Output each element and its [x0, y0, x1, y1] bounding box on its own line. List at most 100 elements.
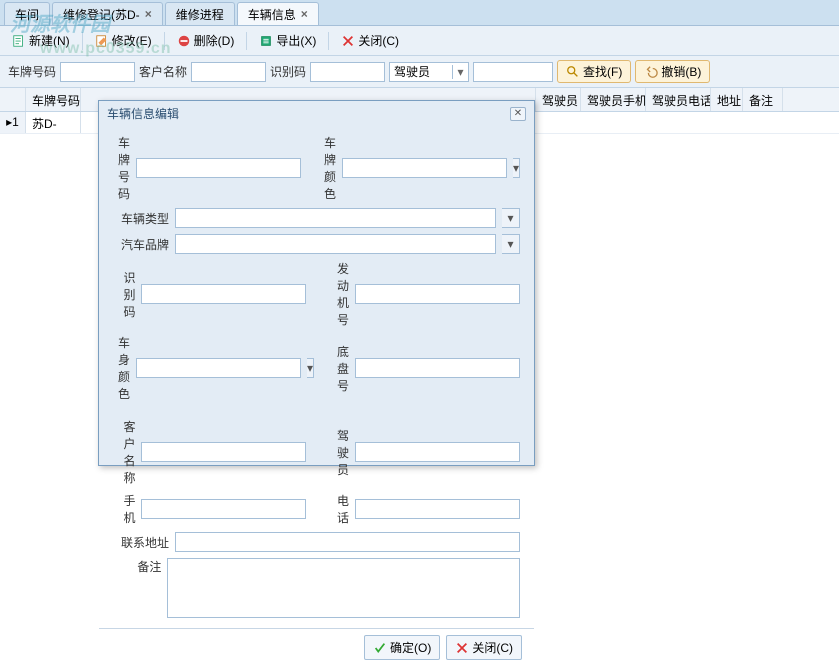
brand-input[interactable]: [175, 234, 496, 254]
col-header[interactable]: 备注: [743, 88, 783, 111]
body-color-label: 车身颜色: [113, 334, 130, 402]
vtype-label: 车辆类型: [113, 210, 169, 227]
tab-label: 维修进程: [176, 6, 224, 23]
edit-button[interactable]: 修改(E): [89, 30, 158, 51]
vin-input[interactable]: [141, 284, 306, 304]
extra-input[interactable]: [473, 62, 553, 82]
delete-button[interactable]: 删除(D): [171, 30, 241, 51]
btn-label: 导出(X): [276, 32, 316, 49]
driver-select[interactable]: 驾驶员▾: [389, 62, 469, 82]
export-button[interactable]: 导出(X): [253, 30, 322, 51]
close-icon[interactable]: ×: [301, 7, 308, 21]
plate-color-label: 车牌颜色: [319, 134, 336, 202]
body-color-input[interactable]: [136, 358, 301, 378]
search-bar: 车牌号码 客户名称 识别码 驾驶员▾ 查找(F) 撤销(B): [0, 56, 839, 88]
chevron-down-icon[interactable]: ▾: [513, 158, 520, 178]
col-header[interactable]: 地址: [711, 88, 743, 111]
ok-button[interactable]: 确定(O): [364, 635, 440, 660]
close-icon[interactable]: ×: [145, 7, 152, 21]
separator: [164, 32, 165, 50]
tab-repair-progress[interactable]: 维修进程: [165, 2, 235, 25]
addr-input[interactable]: [175, 532, 520, 552]
separator: [82, 32, 83, 50]
mobile-input[interactable]: [141, 499, 306, 519]
dialog-footer: 确定(O) 关闭(C): [99, 628, 534, 666]
engine-input[interactable]: [355, 284, 520, 304]
close-button[interactable]: 关闭(C): [335, 30, 405, 51]
remark-textarea[interactable]: [167, 558, 520, 618]
tab-label: 车间: [15, 6, 39, 23]
driver-label: 驾驶员: [327, 427, 349, 478]
chevron-down-icon[interactable]: ▾: [307, 358, 314, 378]
btn-label: 修改(E): [112, 32, 152, 49]
btn-label: 关闭(C): [472, 639, 513, 656]
cust-input[interactable]: [141, 442, 306, 462]
new-icon: [12, 34, 26, 48]
separator: [246, 32, 247, 50]
close-icon: [341, 34, 355, 48]
btn-label: 关闭(C): [358, 32, 399, 49]
plate-label: 车牌号码: [8, 63, 56, 80]
mobile-label: 手机: [113, 492, 135, 526]
driver-input[interactable]: [355, 442, 520, 462]
tab-bar: 车间 维修登记(苏D- × 维修进程 车辆信息 ×: [0, 0, 839, 26]
btn-label: 撤销(B): [661, 63, 701, 80]
select-value: 驾驶员: [390, 63, 452, 80]
plate-input[interactable]: [136, 158, 301, 178]
cust-label: 客户名称: [113, 418, 135, 486]
chassis-label: 底盘号: [332, 343, 349, 394]
col-header[interactable]: 驾驶员: [536, 88, 581, 111]
delete-icon: [177, 34, 191, 48]
dialog-title-bar[interactable]: 车辆信息编辑 ✕: [99, 101, 534, 126]
check-icon: [373, 641, 387, 655]
tab-label: 维修登记(苏D-: [63, 6, 140, 23]
tab-repair-reg[interactable]: 维修登记(苏D- ×: [52, 2, 163, 25]
row-indicator: ▸1: [0, 112, 26, 133]
row-indicator-head: [0, 88, 26, 111]
undo-button[interactable]: 撤销(B): [635, 60, 710, 83]
btn-label: 确定(O): [390, 639, 431, 656]
search-icon: [566, 65, 580, 79]
tab-workshop[interactable]: 车间: [4, 2, 50, 25]
export-icon: [259, 34, 273, 48]
engine-label: 发动机号: [327, 260, 349, 328]
btn-label: 查找(F): [583, 63, 622, 80]
col-header[interactable]: 驾驶员手机: [581, 88, 646, 111]
btn-label: 新建(N): [29, 32, 70, 49]
phone-input[interactable]: [355, 499, 520, 519]
tab-label: 车辆信息: [248, 6, 296, 23]
dialog-body: 车牌号码 车牌颜色 ▾ 车辆类型 ▾ 汽车品牌 ▾ 识别码 发动机号 车身颜色 …: [99, 126, 534, 628]
vtype-input[interactable]: [175, 208, 496, 228]
cancel-button[interactable]: 关闭(C): [446, 635, 522, 660]
customer-label: 客户名称: [139, 63, 187, 80]
col-header[interactable]: 驾驶员电话: [646, 88, 711, 111]
remark-label: 备注: [113, 558, 161, 575]
close-icon: [455, 641, 469, 655]
btn-label: 删除(D): [194, 32, 235, 49]
vin-label: 识别码: [270, 63, 306, 80]
dialog-close-button[interactable]: ✕: [510, 107, 526, 121]
chevron-down-icon: ▾: [452, 65, 468, 79]
vehicle-edit-dialog: 车辆信息编辑 ✕ 车牌号码 车牌颜色 ▾ 车辆类型 ▾ 汽车品牌 ▾ 识别码 发…: [98, 100, 535, 466]
cell-plate: 苏D-: [26, 112, 81, 133]
chevron-down-icon[interactable]: ▾: [502, 208, 520, 228]
addr-label: 联系地址: [113, 534, 169, 551]
dialog-title: 车辆信息编辑: [107, 105, 179, 122]
edit-icon: [95, 34, 109, 48]
new-button[interactable]: 新建(N): [6, 30, 76, 51]
vin-label: 识别码: [113, 269, 135, 320]
plate-color-input[interactable]: [342, 158, 507, 178]
undo-icon: [644, 65, 658, 79]
plate-label: 车牌号码: [113, 134, 130, 202]
col-header[interactable]: 车牌号码: [26, 88, 81, 111]
chevron-down-icon[interactable]: ▾: [502, 234, 520, 254]
chassis-input[interactable]: [355, 358, 520, 378]
plate-input[interactable]: [60, 62, 135, 82]
toolbar: 新建(N) 修改(E) 删除(D) 导出(X) 关闭(C): [0, 26, 839, 56]
phone-label: 电话: [327, 492, 349, 526]
customer-input[interactable]: [191, 62, 266, 82]
tab-vehicle-info[interactable]: 车辆信息 ×: [237, 2, 319, 25]
vin-input[interactable]: [310, 62, 385, 82]
find-button[interactable]: 查找(F): [557, 60, 631, 83]
row-number: 1: [12, 115, 19, 129]
